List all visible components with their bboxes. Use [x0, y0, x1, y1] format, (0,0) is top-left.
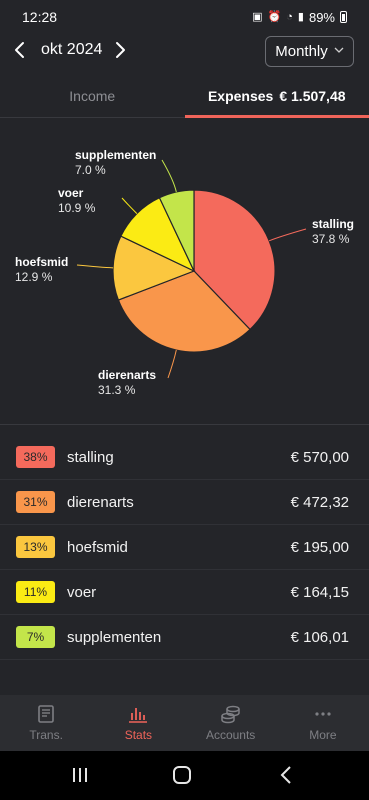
percent-badge: 11% — [16, 581, 55, 603]
status-bar: 12:28 ▣ ⏰ ◔ ▮ 89% — [0, 0, 369, 34]
category-list: 38% stalling € 570,00 31% dierenarts € 4… — [0, 435, 369, 660]
percent-badge: 7% — [16, 626, 55, 648]
book-icon — [35, 704, 57, 724]
battery-percent: 89% — [308, 9, 335, 25]
period-dropdown[interactable]: Monthly — [265, 36, 354, 67]
wifi-icon: ◔ — [286, 11, 293, 23]
nav-accounts[interactable]: Accounts — [185, 695, 277, 751]
category-row-hoefsmid[interactable]: 13% hoefsmid € 195,00 — [0, 525, 369, 570]
home-icon[interactable] — [167, 763, 197, 787]
period-label: Monthly — [275, 43, 328, 60]
coins-icon — [220, 704, 242, 724]
signal-icon: ▮ — [297, 11, 304, 23]
more-dots-icon — [312, 704, 334, 724]
pie-percent-supplementen: 7.0 % — [75, 163, 106, 177]
percent-badge: 31% — [16, 491, 55, 513]
nav-stats[interactable]: Stats — [92, 695, 184, 751]
pie-label-supplementen: supplementen — [75, 148, 156, 162]
tab-expenses-label: Expenses — [207, 87, 274, 104]
battery-icon — [340, 11, 347, 23]
pie-label-voer: voer — [58, 186, 84, 200]
notification-icon: ▣ — [252, 11, 263, 23]
back-icon[interactable] — [272, 763, 302, 787]
chevron-right-icon[interactable] — [108, 38, 132, 62]
tab-income[interactable]: Income — [0, 74, 185, 117]
category-row-voer[interactable]: 11% voer € 164,15 — [0, 570, 369, 615]
leader-line-stalling — [268, 228, 307, 242]
percent-badge: 38% — [16, 446, 55, 468]
percent-badge: 13% — [16, 536, 55, 558]
pie-label-stalling: stalling — [312, 217, 354, 231]
nav-more-label: More — [309, 728, 337, 742]
category-row-supplementen[interactable]: 7% supplementen € 106,01 — [0, 615, 369, 660]
status-icons: ▣ ⏰ ◔ ▮ 89% — [252, 10, 347, 25]
category-amount: € 195,00 — [290, 538, 349, 556]
category-name: voer — [67, 583, 97, 601]
leader-line-hoefsmid — [76, 264, 114, 269]
alarm-icon: ⏰ — [267, 11, 282, 23]
pie-chart: stalling 37.8 % dierenarts 31.3 % hoefsmid 12… — [0, 118, 369, 424]
category-name: supplementen — [67, 628, 162, 646]
status-time: 12:28 — [22, 9, 58, 25]
leader-line-dierenarts — [167, 349, 177, 379]
tab-expenses-amount: € 1.507,48 — [279, 87, 346, 104]
category-name: stalling — [67, 448, 114, 466]
chevron-left-icon[interactable] — [8, 38, 32, 62]
recent-apps-icon[interactable] — [65, 763, 95, 787]
nav-accounts-label: Accounts — [205, 728, 256, 742]
pie-percent-voer: 10.9 % — [58, 201, 96, 215]
pie-chart-svg: stalling37.8 % dierenarts31.3 % hoefsmid12… — [15, 148, 354, 397]
tab-bar: Income Expenses € 1.507,48 — [0, 74, 369, 118]
nav-more[interactable]: More — [277, 695, 369, 751]
system-nav-bar — [0, 751, 369, 800]
header: okt 2024 Monthly — [0, 34, 369, 68]
leader-line-voer — [121, 197, 138, 214]
category-amount: € 472,32 — [290, 493, 349, 511]
tab-expenses[interactable]: Expenses € 1.507,48 — [184, 74, 369, 118]
pie-percent-hoefsmid: 12.9 % — [15, 270, 53, 284]
nav-trans[interactable]: Trans. — [0, 695, 92, 751]
category-row-stalling[interactable]: 38% stalling € 570,00 — [0, 435, 369, 480]
month-label: okt 2024 — [41, 41, 103, 58]
category-amount: € 164,15 — [290, 583, 349, 601]
pie-percent-stalling: 37.8 % — [312, 232, 350, 246]
bottom-nav: Trans. Stats Accounts More — [0, 695, 369, 751]
pie-label-hoefsmid: hoefsmid — [15, 255, 68, 269]
chevron-down-icon — [334, 46, 344, 57]
tab-income-label: Income — [69, 87, 116, 104]
pie-percent-dierenarts: 31.3 % — [98, 383, 136, 397]
category-name: hoefsmid — [67, 538, 128, 556]
category-name: dierenarts — [67, 493, 134, 511]
category-amount: € 106,01 — [290, 628, 349, 646]
divider — [0, 424, 369, 425]
bar-chart-icon — [127, 704, 149, 724]
category-row-dierenarts[interactable]: 31% dierenarts € 472,32 — [0, 480, 369, 525]
leader-line-supplementen — [161, 159, 177, 193]
category-amount: € 570,00 — [290, 448, 349, 466]
pie-label-dierenarts: dierenarts — [98, 368, 156, 382]
nav-stats-label: Stats — [124, 728, 153, 742]
nav-trans-label: Trans. — [29, 728, 63, 742]
